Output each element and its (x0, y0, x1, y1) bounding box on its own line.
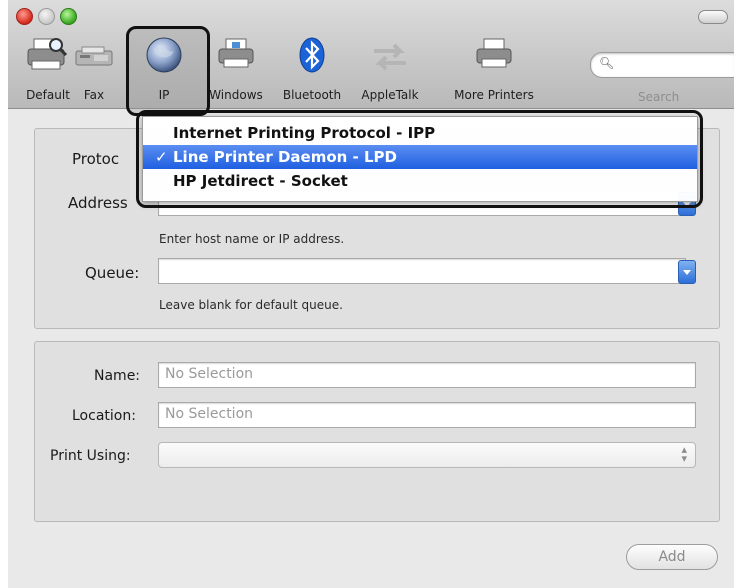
name-field[interactable]: No Selection (158, 362, 696, 388)
toolbar-item-appletalk[interactable]: AppleTalk (350, 32, 430, 106)
printer-search-icon (25, 32, 71, 78)
minimize-window-button[interactable] (38, 8, 55, 25)
queue-field[interactable] (158, 258, 686, 284)
location-label: Location: (72, 408, 136, 424)
toolbar-toggle-button[interactable] (698, 10, 728, 24)
queue-label: Queue: (85, 264, 140, 282)
menu-highlight-outline (136, 110, 703, 208)
add-printer-window: Default Fax IP Windows Bluetooth AppleTa… (8, 0, 734, 588)
search-icon: 🔍︎ (599, 56, 615, 70)
appletalk-arrows-icon (367, 32, 413, 78)
toolbar-label-ip: IP (158, 88, 170, 102)
address-hint: Enter host name or IP address. (159, 232, 345, 246)
add-button[interactable]: Add (626, 544, 718, 570)
close-window-button[interactable] (16, 8, 33, 25)
windows-printer-icon (213, 32, 259, 78)
queue-hint: Leave blank for default queue. (159, 298, 343, 312)
name-label: Name: (94, 368, 141, 384)
toolbar: Default Fax IP Windows Bluetooth AppleTa… (8, 0, 734, 116)
toolbar-label-default: Default (26, 88, 70, 102)
popup-arrows-icon: ▴ ▾ (681, 443, 687, 465)
search-label: Search (638, 90, 680, 104)
toolbar-label-windows: Windows (209, 88, 263, 102)
bluetooth-icon (289, 32, 335, 78)
location-field[interactable]: No Selection (158, 402, 696, 428)
toolbar-item-ip[interactable]: IP (138, 32, 190, 106)
search-input[interactable]: 🔍︎ (590, 52, 734, 78)
fax-icon (71, 32, 117, 78)
toolbar-label-bluetooth: Bluetooth (282, 88, 342, 102)
queue-combo-button[interactable] (678, 260, 696, 284)
toolbar-label-appletalk: AppleTalk (361, 88, 419, 102)
globe-icon (141, 32, 187, 78)
toolbar-item-windows[interactable]: Windows (204, 32, 268, 106)
print-using-popup[interactable]: ▴ ▾ (158, 442, 696, 468)
protocol-label: Protoc (72, 150, 120, 168)
print-using-label: Print Using: (50, 448, 131, 464)
toolbar-item-fax[interactable]: Fax (70, 32, 118, 106)
toolbar-label-fax: Fax (83, 88, 105, 102)
address-label: Address (68, 194, 128, 212)
toolbar-label-more-printers: More Printers (454, 88, 534, 102)
printer-icon (471, 32, 517, 78)
toolbar-item-bluetooth[interactable]: Bluetooth (274, 32, 350, 106)
zoom-window-button[interactable] (60, 8, 77, 25)
toolbar-item-more-printers[interactable]: More Printers (440, 32, 548, 106)
